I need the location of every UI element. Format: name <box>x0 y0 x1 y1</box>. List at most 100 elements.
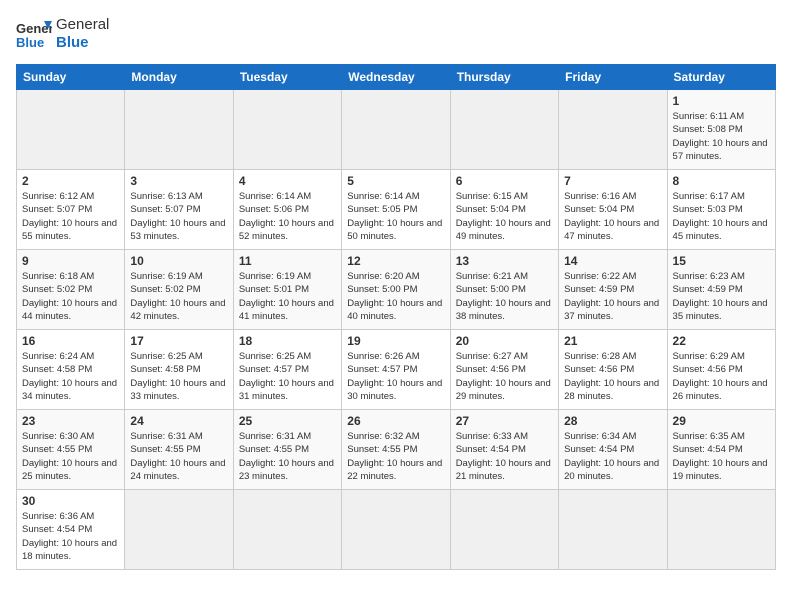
day-number: 24 <box>130 414 227 428</box>
day-info: Sunrise: 6:16 AM Sunset: 5:04 PM Dayligh… <box>564 190 661 243</box>
day-number: 28 <box>564 414 661 428</box>
day-info: Sunrise: 6:25 AM Sunset: 4:58 PM Dayligh… <box>130 350 227 403</box>
day-number: 9 <box>22 254 119 268</box>
day-cell: 27 Sunrise: 6:33 AM Sunset: 4:54 PM Dayli… <box>450 410 558 490</box>
day-number: 17 <box>130 334 227 348</box>
week-row-1: 1Sunrise: 6:11 AM Sunset: 5:08 PM Daylig… <box>17 90 776 170</box>
weekday-header-thursday: Thursday <box>450 65 558 90</box>
day-number: 8 <box>673 174 770 188</box>
day-cell: 12Sunrise: 6:20 AM Sunset: 5:00 PM Dayli… <box>342 250 450 330</box>
calendar-header: SundayMondayTuesdayWednesdayThursdayFrid… <box>17 65 776 90</box>
day-number: 10 <box>130 254 227 268</box>
day-cell <box>559 90 667 170</box>
day-info: Sunrise: 6:22 AM Sunset: 4:59 PM Dayligh… <box>564 270 661 323</box>
day-info: Sunrise: 6:30 AM Sunset: 4:55 PM Dayligh… <box>22 430 119 483</box>
day-cell: 23 Sunrise: 6:30 AM Sunset: 4:55 PM Dayli… <box>17 410 125 490</box>
day-cell: 8 Sunrise: 6:17 AM Sunset: 5:03 PM Daylig… <box>667 170 775 250</box>
day-info: Sunrise: 6:11 AM Sunset: 5:08 PM Dayligh… <box>673 110 770 163</box>
day-cell: 2 Sunrise: 6:12 AM Sunset: 5:07 PM Daylig… <box>17 170 125 250</box>
day-cell <box>342 490 450 570</box>
day-cell <box>559 490 667 570</box>
day-cell: 22 Sunrise: 6:29 AM Sunset: 4:56 PM Dayli… <box>667 330 775 410</box>
day-number: 20 <box>456 334 553 348</box>
day-cell: 10 Sunrise: 6:19 AM Sunset: 5:02 PM Dayli… <box>125 250 233 330</box>
week-row-2: 2 Sunrise: 6:12 AM Sunset: 5:07 PM Daylig… <box>17 170 776 250</box>
day-info: Sunrise: 6:27 AM Sunset: 4:56 PM Dayligh… <box>456 350 553 403</box>
day-cell: 4 Sunrise: 6:14 AM Sunset: 5:06 PM Daylig… <box>233 170 341 250</box>
day-info: Sunrise: 6:17 AM Sunset: 5:03 PM Dayligh… <box>673 190 770 243</box>
weekday-header-sunday: Sunday <box>17 65 125 90</box>
day-info: Sunrise: 6:23 AM Sunset: 4:59 PM Dayligh… <box>673 270 770 323</box>
logo: General Blue General Blue <box>16 16 109 52</box>
day-cell <box>233 490 341 570</box>
weekday-header-monday: Monday <box>125 65 233 90</box>
weekday-header-wednesday: Wednesday <box>342 65 450 90</box>
day-number: 11 <box>239 254 336 268</box>
day-cell <box>233 90 341 170</box>
day-info: Sunrise: 6:32 AM Sunset: 4:55 PM Dayligh… <box>347 430 444 483</box>
week-row-5: 23 Sunrise: 6:30 AM Sunset: 4:55 PM Dayli… <box>17 410 776 490</box>
day-number: 26 <box>347 414 444 428</box>
week-row-3: 9 Sunrise: 6:18 AM Sunset: 5:02 PM Daylig… <box>17 250 776 330</box>
day-info: Sunrise: 6:15 AM Sunset: 5:04 PM Dayligh… <box>456 190 553 243</box>
day-number: 22 <box>673 334 770 348</box>
day-cell <box>450 490 558 570</box>
day-info: Sunrise: 6:14 AM Sunset: 5:06 PM Dayligh… <box>239 190 336 243</box>
day-info: Sunrise: 6:12 AM Sunset: 5:07 PM Dayligh… <box>22 190 119 243</box>
day-cell: 28 Sunrise: 6:34 AM Sunset: 4:54 PM Dayli… <box>559 410 667 490</box>
day-number: 25 <box>239 414 336 428</box>
day-cell: 24Sunrise: 6:31 AM Sunset: 4:55 PM Dayli… <box>125 410 233 490</box>
day-cell: 30 Sunrise: 6:36 AM Sunset: 4:54 PM Dayli… <box>17 490 125 570</box>
day-cell: 6Sunrise: 6:15 AM Sunset: 5:04 PM Daylig… <box>450 170 558 250</box>
weekday-header-friday: Friday <box>559 65 667 90</box>
day-cell: 26 Sunrise: 6:32 AM Sunset: 4:55 PM Dayli… <box>342 410 450 490</box>
day-cell: 25 Sunrise: 6:31 AM Sunset: 4:55 PM Dayli… <box>233 410 341 490</box>
day-info: Sunrise: 6:28 AM Sunset: 4:56 PM Dayligh… <box>564 350 661 403</box>
day-cell: 15Sunrise: 6:23 AM Sunset: 4:59 PM Dayli… <box>667 250 775 330</box>
day-info: Sunrise: 6:36 AM Sunset: 4:54 PM Dayligh… <box>22 510 119 563</box>
day-number: 30 <box>22 494 119 508</box>
svg-text:Blue: Blue <box>16 35 44 49</box>
day-number: 27 <box>456 414 553 428</box>
day-cell <box>667 490 775 570</box>
day-cell <box>342 90 450 170</box>
calendar-table: SundayMondayTuesdayWednesdayThursdayFrid… <box>16 64 776 570</box>
day-cell: 16Sunrise: 6:24 AM Sunset: 4:58 PM Dayli… <box>17 330 125 410</box>
day-cell: 17 Sunrise: 6:25 AM Sunset: 4:58 PM Dayli… <box>125 330 233 410</box>
day-number: 21 <box>564 334 661 348</box>
day-number: 18 <box>239 334 336 348</box>
day-cell: 1Sunrise: 6:11 AM Sunset: 5:08 PM Daylig… <box>667 90 775 170</box>
day-info: Sunrise: 6:31 AM Sunset: 4:55 PM Dayligh… <box>239 430 336 483</box>
day-cell: 7 Sunrise: 6:16 AM Sunset: 5:04 PM Daylig… <box>559 170 667 250</box>
week-row-6: 30 Sunrise: 6:36 AM Sunset: 4:54 PM Dayli… <box>17 490 776 570</box>
logo-blue: Blue <box>56 34 89 51</box>
day-number: 29 <box>673 414 770 428</box>
day-number: 3 <box>130 174 227 188</box>
day-info: Sunrise: 6:34 AM Sunset: 4:54 PM Dayligh… <box>564 430 661 483</box>
day-info: Sunrise: 6:24 AM Sunset: 4:58 PM Dayligh… <box>22 350 119 403</box>
day-number: 4 <box>239 174 336 188</box>
day-cell <box>125 90 233 170</box>
day-info: Sunrise: 6:18 AM Sunset: 5:02 PM Dayligh… <box>22 270 119 323</box>
day-cell: 14 Sunrise: 6:22 AM Sunset: 4:59 PM Dayli… <box>559 250 667 330</box>
weekday-header-tuesday: Tuesday <box>233 65 341 90</box>
day-number: 7 <box>564 174 661 188</box>
day-info: Sunrise: 6:25 AM Sunset: 4:57 PM Dayligh… <box>239 350 336 403</box>
day-cell: 13Sunrise: 6:21 AM Sunset: 5:00 PM Dayli… <box>450 250 558 330</box>
day-info: Sunrise: 6:33 AM Sunset: 4:54 PM Dayligh… <box>456 430 553 483</box>
day-number: 19 <box>347 334 444 348</box>
day-number: 5 <box>347 174 444 188</box>
day-cell: 9 Sunrise: 6:18 AM Sunset: 5:02 PM Daylig… <box>17 250 125 330</box>
day-cell: 29 Sunrise: 6:35 AM Sunset: 4:54 PM Dayli… <box>667 410 775 490</box>
week-row-4: 16Sunrise: 6:24 AM Sunset: 4:58 PM Dayli… <box>17 330 776 410</box>
page-header: General Blue General Blue <box>16 16 776 52</box>
day-info: Sunrise: 6:35 AM Sunset: 4:54 PM Dayligh… <box>673 430 770 483</box>
day-number: 23 <box>22 414 119 428</box>
day-number: 14 <box>564 254 661 268</box>
day-info: Sunrise: 6:14 AM Sunset: 5:05 PM Dayligh… <box>347 190 444 243</box>
day-number: 2 <box>22 174 119 188</box>
day-info: Sunrise: 6:19 AM Sunset: 5:02 PM Dayligh… <box>130 270 227 323</box>
day-info: Sunrise: 6:19 AM Sunset: 5:01 PM Dayligh… <box>239 270 336 323</box>
day-cell: 3Sunrise: 6:13 AM Sunset: 5:07 PM Daylig… <box>125 170 233 250</box>
day-info: Sunrise: 6:29 AM Sunset: 4:56 PM Dayligh… <box>673 350 770 403</box>
